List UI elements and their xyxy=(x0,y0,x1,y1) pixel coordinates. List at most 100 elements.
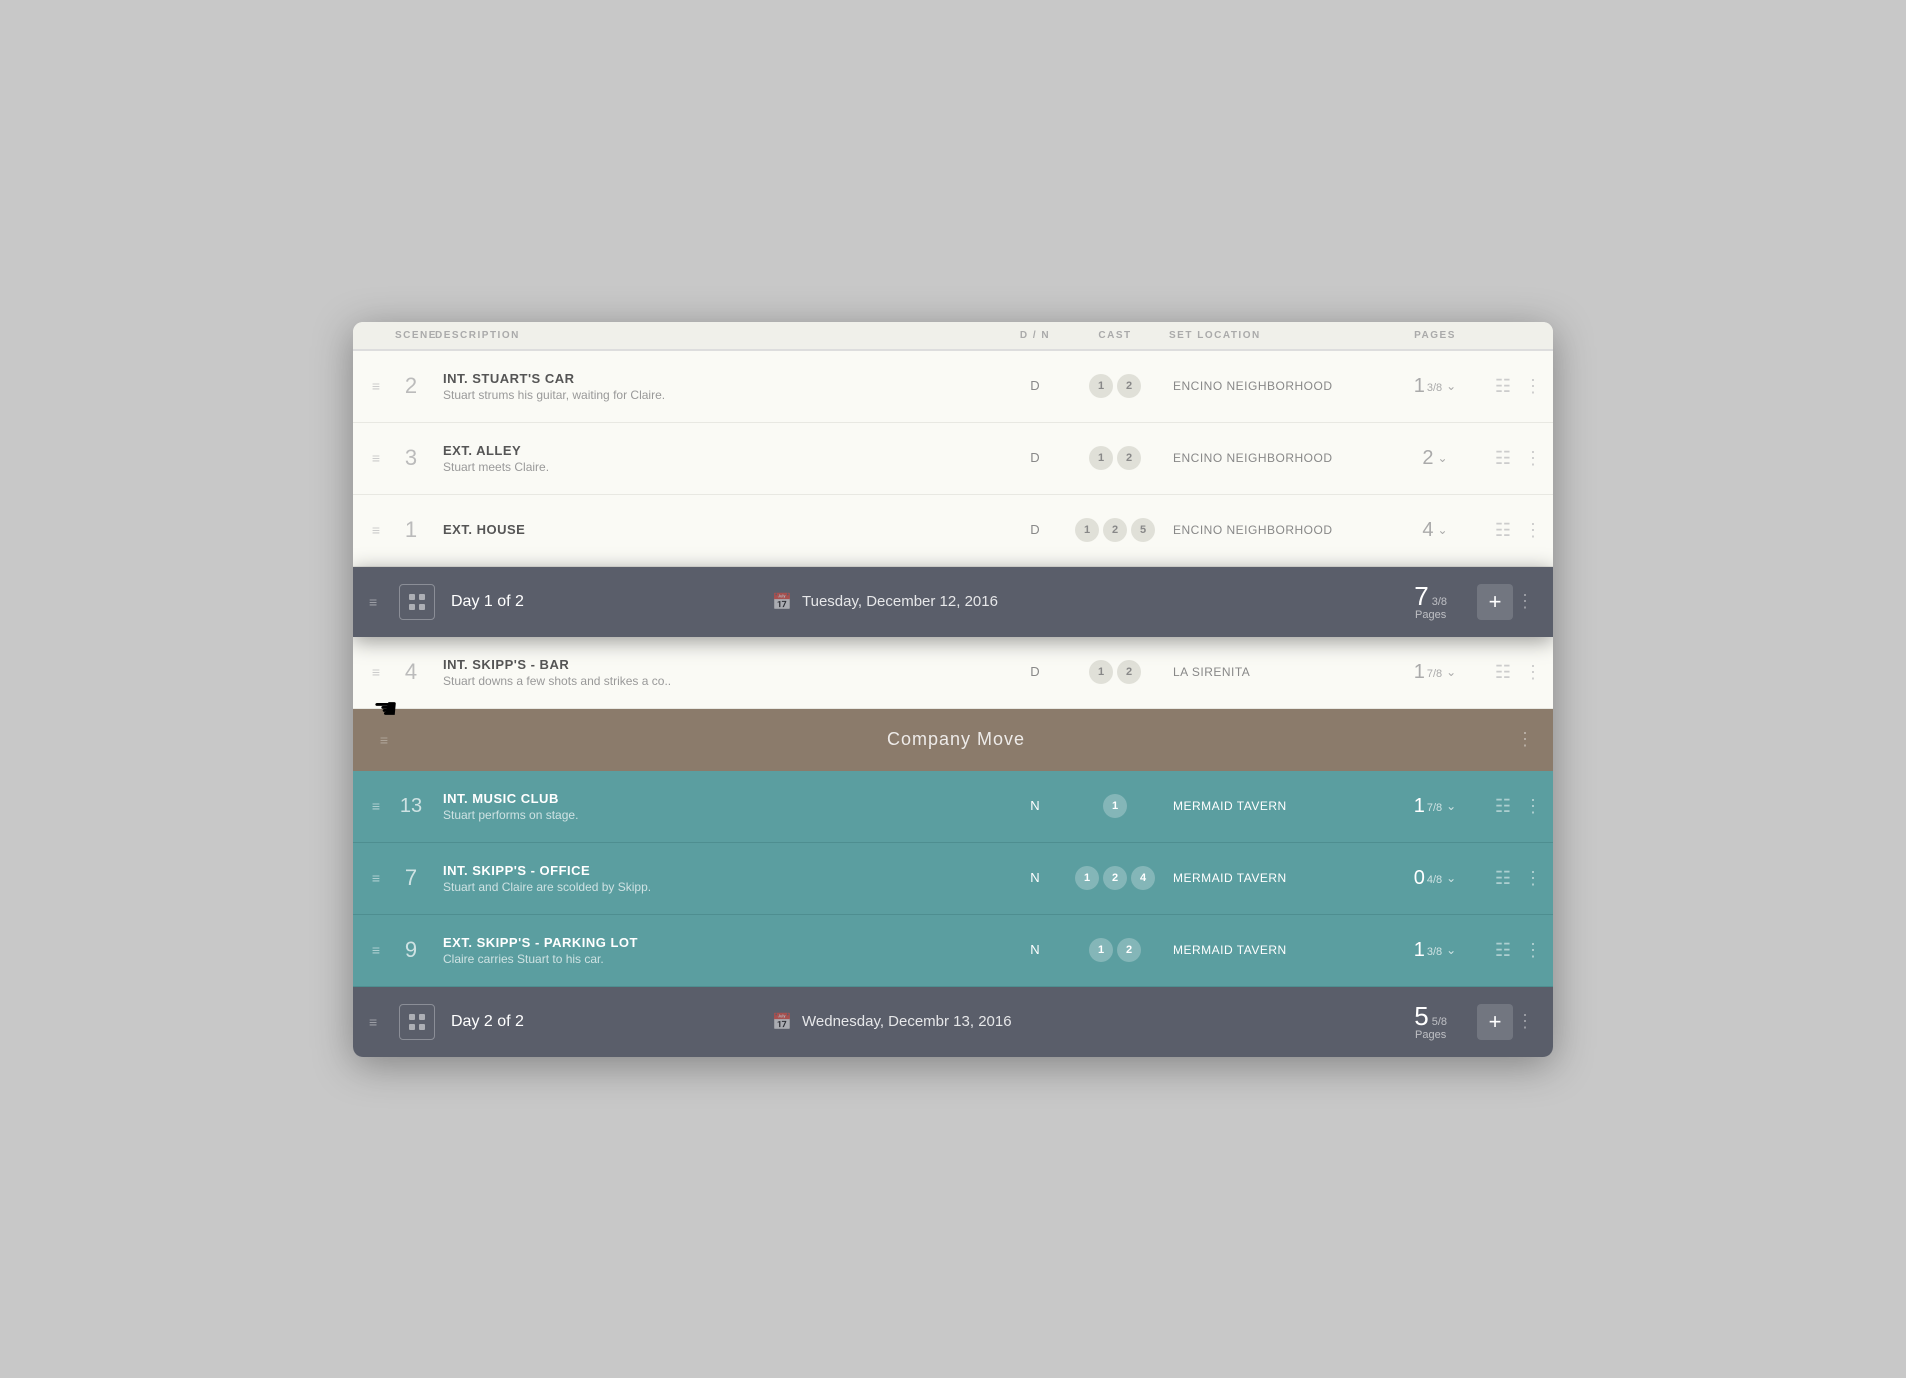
pages-fraction: 4/8 xyxy=(1427,874,1442,886)
pages-value: 1 xyxy=(1414,661,1425,684)
day-drag-handle[interactable]: ≡ xyxy=(369,594,399,610)
col-header-cast: Cast xyxy=(1065,322,1165,349)
chevron-down-icon[interactable]: ⌄ xyxy=(1446,665,1456,679)
day-drag-handle[interactable]: ≡ xyxy=(369,1014,399,1030)
pages-fraction: 3/8 xyxy=(1427,382,1442,394)
layers-icon[interactable]: ☷ xyxy=(1485,376,1521,397)
more-options-icon[interactable]: ⋮ xyxy=(1513,1011,1537,1032)
add-scene-button[interactable]: + xyxy=(1477,1004,1513,1040)
cast-column: 1 2 4 xyxy=(1065,866,1165,890)
calendar-icon: 📅 xyxy=(772,592,792,612)
more-options-icon[interactable]: ⋮ xyxy=(1521,520,1545,541)
more-options-icon[interactable]: ⋮ xyxy=(1521,940,1545,961)
dm-value: D xyxy=(1030,664,1039,679)
chevron-down-icon[interactable]: ⌄ xyxy=(1438,451,1448,465)
day-pages-label: Pages xyxy=(1415,609,1446,621)
more-options-icon[interactable]: ⋮ xyxy=(1521,662,1545,683)
cast-column: 1 2 5 xyxy=(1065,518,1165,542)
company-move-banner: ≡ Company Move ⋮ xyxy=(353,709,1553,771)
add-scene-button[interactable]: + xyxy=(1477,584,1513,620)
pages-column: 2 ⌄ xyxy=(1385,447,1485,470)
scene-info: EXT. ALLEY Stuart meets Claire. xyxy=(431,443,1005,474)
more-options-icon[interactable]: ⋮ xyxy=(1521,796,1545,817)
day-date-wrap: 📅 Tuesday, December 12, 2016 xyxy=(772,592,1414,612)
drag-handle[interactable]: ≡ xyxy=(361,942,391,958)
pages-fraction: 3/8 xyxy=(1427,946,1442,958)
chevron-down-icon[interactable]: ⌄ xyxy=(1438,523,1448,537)
chevron-down-icon[interactable]: ⌄ xyxy=(1446,871,1456,885)
set-location-column: MERMAID TAVERN xyxy=(1165,941,1385,959)
cast-column: 1 2 xyxy=(1065,660,1165,684)
col-header-dm: D / N xyxy=(1005,322,1065,349)
cast-badge: 1 xyxy=(1089,374,1113,398)
day-pages-fraction: 5/8 xyxy=(1432,1016,1447,1028)
dm-column: D xyxy=(1005,521,1065,539)
dm-column: N xyxy=(1005,869,1065,887)
pages-column: 4 ⌄ xyxy=(1385,519,1485,542)
set-location-column: LA SIRENITA xyxy=(1165,663,1385,681)
table-row: ≡ 1 EXT. HOUSE D 1 2 5 ENCINO NEIGHBORHO… xyxy=(353,495,1553,567)
scene-number: 3 xyxy=(391,445,431,471)
day-label: Day 1 of 2 xyxy=(451,593,772,611)
set-location: ENCINO NEIGHBORHOOD xyxy=(1173,523,1333,537)
cast-badge: 2 xyxy=(1117,660,1141,684)
scene-title: INT. STUART'S CAR xyxy=(443,371,993,386)
drag-handle[interactable]: ≡ xyxy=(361,450,391,466)
column-headers: Scene Description D / N Cast Set Locatio… xyxy=(353,322,1553,351)
cast-badge: 2 xyxy=(1117,446,1141,470)
dm-value: N xyxy=(1030,798,1039,813)
table-row: ≡ 9 EXT. SKIPP'S - PARKING LOT Claire ca… xyxy=(353,915,1553,987)
dm-value: N xyxy=(1030,942,1039,957)
cast-column: 1 2 xyxy=(1065,374,1165,398)
scene-title: EXT. HOUSE xyxy=(443,522,993,537)
chevron-down-icon[interactable]: ⌄ xyxy=(1446,799,1456,813)
layers-icon[interactable]: ☷ xyxy=(1485,662,1521,683)
day-pages-number: 7 xyxy=(1414,583,1428,609)
pages-column: 1 3/8 ⌄ xyxy=(1385,375,1485,398)
scene-number: 1 xyxy=(391,517,431,543)
drag-handle[interactable]: ≡ xyxy=(361,378,391,394)
pages-fraction: 7/8 xyxy=(1427,668,1442,680)
more-options-icon[interactable]: ⋮ xyxy=(1513,729,1537,750)
set-location-column: ENCINO NEIGHBORHOOD xyxy=(1165,377,1385,395)
layers-icon[interactable]: ☷ xyxy=(1485,520,1521,541)
cast-column: 1 2 xyxy=(1065,938,1165,962)
cast-badge: 2 xyxy=(1117,938,1141,962)
more-options-icon[interactable]: ⋮ xyxy=(1521,868,1545,889)
layers-icon[interactable]: ☷ xyxy=(1485,796,1521,817)
set-location: LA SIRENITA xyxy=(1173,665,1250,679)
chevron-down-icon[interactable]: ⌄ xyxy=(1446,943,1456,957)
cast-column: 1 2 xyxy=(1065,446,1165,470)
scene-description: Claire carries Stuart to his car. xyxy=(443,952,993,966)
cast-badge: 5 xyxy=(1131,518,1155,542)
scene-info: INT. SKIPP'S - BAR Stuart downs a few sh… xyxy=(431,657,1005,688)
company-move-drag-handle[interactable]: ≡ xyxy=(369,732,399,748)
table-row: ≡ 2 INT. STUART'S CAR Stuart strums his … xyxy=(353,351,1553,423)
drag-handle[interactable]: ≡ xyxy=(361,522,391,538)
pages-value: 1 xyxy=(1414,375,1425,398)
day-grid-icon xyxy=(399,584,435,620)
drag-handle[interactable]: ≡ xyxy=(361,798,391,814)
scene-title: INT. SKIPP'S - BAR xyxy=(443,657,993,672)
drag-handle[interactable]: ≡ xyxy=(361,870,391,886)
col-header-scene: Scene xyxy=(391,322,431,349)
layers-icon[interactable]: ☷ xyxy=(1485,940,1521,961)
pages-column: 1 3/8 ⌄ xyxy=(1385,939,1485,962)
dm-value: D xyxy=(1030,378,1039,393)
more-options-icon[interactable]: ⋮ xyxy=(1521,448,1545,469)
scene-description: Stuart strums his guitar, waiting for Cl… xyxy=(443,388,993,402)
set-location-column: ENCINO NEIGHBORHOOD xyxy=(1165,521,1385,539)
day-date: Wednesday, Decembr 13, 2016 xyxy=(802,1013,1012,1030)
layers-icon[interactable]: ☷ xyxy=(1485,868,1521,889)
day-pages-number: 5 xyxy=(1414,1003,1428,1029)
drag-handle[interactable]: ≡ xyxy=(361,664,391,680)
scene-number: 2 xyxy=(391,373,431,399)
layers-icon[interactable]: ☷ xyxy=(1485,448,1521,469)
day-date-wrap: 📅 Wednesday, Decembr 13, 2016 xyxy=(772,1012,1414,1032)
more-options-icon[interactable]: ⋮ xyxy=(1521,376,1545,397)
chevron-down-icon[interactable]: ⌄ xyxy=(1446,379,1456,393)
pages-fraction: 7/8 xyxy=(1427,802,1442,814)
cast-column: 1 xyxy=(1065,794,1165,818)
calendar-icon: 📅 xyxy=(772,1012,792,1032)
more-options-icon[interactable]: ⋮ xyxy=(1513,591,1537,612)
